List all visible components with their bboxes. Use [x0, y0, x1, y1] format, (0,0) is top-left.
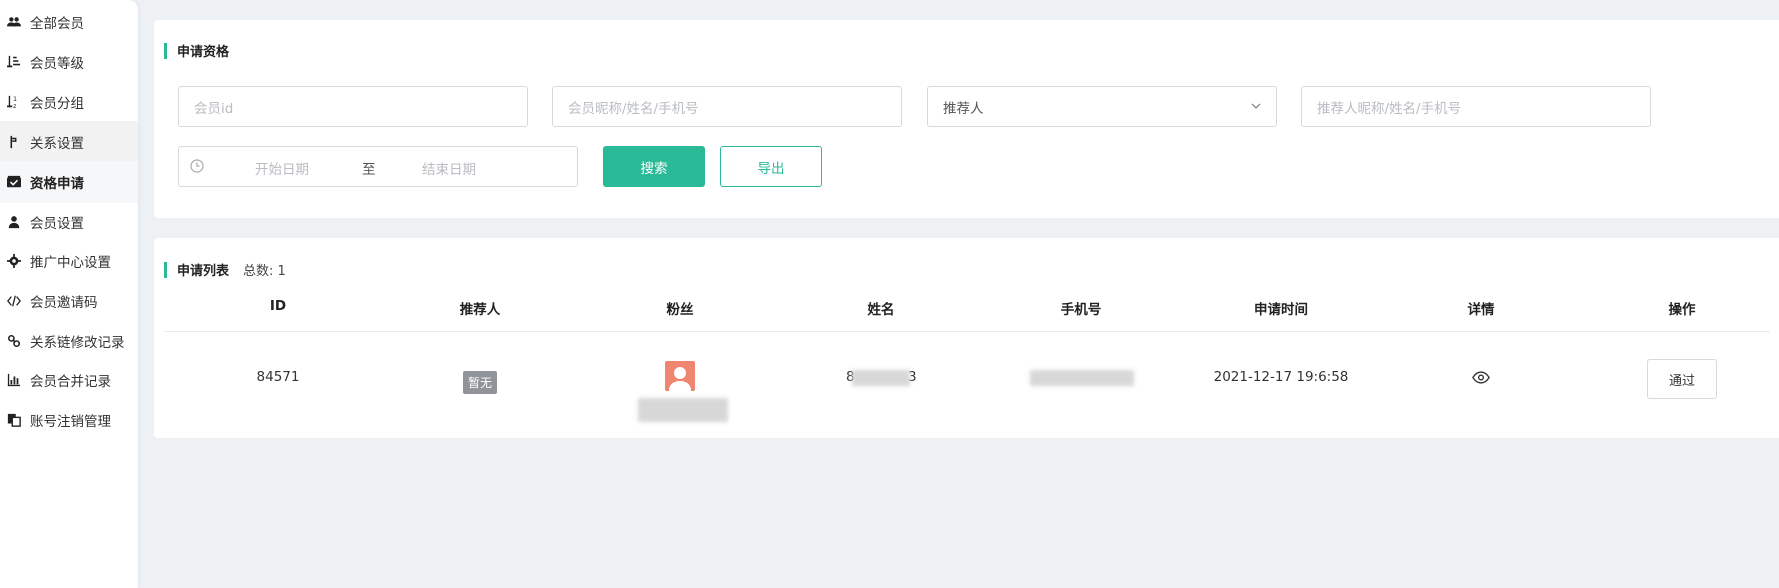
list-section-title: 申请列表 总数: 1 [164, 260, 286, 279]
sidebar-item-label: 会员设置 [30, 216, 84, 232]
users-icon [6, 14, 22, 30]
filter-section-title: 申请资格 [164, 41, 229, 60]
col-header-actions: 操作 [1668, 302, 1696, 318]
inbox-check-icon [6, 174, 22, 190]
phone-redacted [1030, 370, 1134, 386]
col-header-detail: 详情 [1467, 302, 1495, 318]
sidebar-item-qualification-apply[interactable]: 资格申请 [0, 161, 138, 203]
copy-icon [6, 412, 22, 428]
bar-chart-icon [6, 372, 22, 388]
sidebar-item-account-cancel[interactable]: 账号注销管理 [0, 399, 138, 441]
sidebar-item-invite-code[interactable]: 会员邀请码 [0, 280, 138, 322]
sidebar-item-label: 账号注销管理 [30, 414, 111, 430]
sidebar-item-member-groups[interactable]: 1z 会员分组 [0, 81, 138, 123]
sidebar-item-relation-settings[interactable]: 关系设置 [0, 121, 138, 163]
cell-id: 84571 [256, 369, 300, 385]
avatar [665, 361, 695, 391]
col-header-referrer: 推荐人 [459, 302, 501, 318]
member-id-placeholder: 会员id [194, 100, 234, 117]
sidebar-item-label: 资格申请 [30, 176, 84, 192]
start-date-placeholder[interactable]: 开始日期 [255, 158, 309, 178]
referrer-select-value: 推荐人 [943, 100, 984, 117]
sidebar-item-label: 会员合并记录 [30, 374, 111, 390]
referrer-query-input[interactable]: 推荐人昵称/姓名/手机号 [1301, 86, 1651, 127]
table-row: 84571 暂无 8 3 2021-12-17 19:6:58 通过 [164, 333, 1770, 438]
col-header-name: 姓名 [867, 302, 895, 318]
sidebar-item-member-levels[interactable]: 会员等级 [0, 41, 138, 83]
range-separator: 至 [362, 162, 376, 178]
eye-icon [1472, 371, 1490, 384]
col-header-id: ID [269, 298, 287, 314]
chevron-down-icon [1251, 103, 1261, 109]
list-title: 申请列表 [177, 264, 230, 279]
fan-cell [665, 361, 695, 391]
sidebar-item-member-settings[interactable]: 会员设置 [0, 201, 138, 243]
fan-name-redacted [638, 398, 728, 422]
default-avatar-icon [669, 367, 691, 391]
end-date-placeholder[interactable]: 结束日期 [422, 158, 476, 178]
name-cell: 8 3 [846, 369, 917, 386]
link-icon [6, 333, 22, 349]
table-header: ID 推荐人 粉丝 姓名 手机号 申请时间 详情 操作 [164, 298, 1770, 332]
col-header-fans: 粉丝 [666, 302, 694, 318]
approve-button[interactable]: 通过 [1647, 359, 1717, 399]
sidebar: 全部会员 会员等级 1z 会员分组 关系设置 资格申请 会员设置 推广中心设置 [0, 0, 138, 588]
col-header-phone: 手机号 [1060, 302, 1102, 318]
sidebar-item-merge-log[interactable]: 会员合并记录 [0, 359, 138, 401]
sidebar-item-label: 会员分组 [30, 96, 84, 112]
title-accent-bar [164, 42, 167, 59]
svg-text:z: z [13, 103, 16, 109]
referrer-query-placeholder: 推荐人昵称/姓名/手机号 [1317, 100, 1462, 117]
export-button[interactable]: 导出 [720, 146, 822, 187]
referrer-select[interactable]: 推荐人 [927, 86, 1277, 127]
member-id-input[interactable]: 会员id [178, 86, 528, 127]
referrer-badge: 暂无 [462, 371, 498, 394]
user-icon [6, 214, 22, 230]
view-detail-button[interactable] [1472, 371, 1490, 388]
sort-list-icon [6, 54, 22, 70]
name-redacted [852, 370, 910, 386]
list-card: 申请列表 总数: 1 ID 推荐人 粉丝 姓名 手机号 申请时间 详情 操作 8… [154, 238, 1779, 438]
col-header-apply-time: 申请时间 [1254, 302, 1308, 318]
sidebar-item-label: 关系设置 [30, 136, 84, 152]
sidebar-item-label: 会员邀请码 [30, 295, 98, 311]
sidebar-item-label: 会员等级 [30, 56, 84, 72]
total-count: 总数: 1 [243, 264, 286, 279]
cell-apply-time: 2021-12-17 19:6:58 [1213, 369, 1349, 385]
member-query-input[interactable]: 会员昵称/姓名/手机号 [552, 86, 902, 127]
sidebar-item-label: 推广中心设置 [30, 255, 111, 271]
search-button[interactable]: 搜索 [603, 146, 705, 187]
title-accent-bar [164, 261, 167, 278]
sidebar-item-label: 全部会员 [30, 16, 84, 32]
filter-card: 申请资格 会员id 会员昵称/姓名/手机号 推荐人 推荐人昵称/姓名/手机号 开… [154, 20, 1779, 218]
date-range-picker[interactable]: 开始日期 至 结束日期 [178, 146, 578, 187]
sidebar-item-all-members[interactable]: 全部会员 [0, 1, 138, 43]
branch-icon [6, 134, 22, 150]
svg-text:1: 1 [13, 96, 17, 103]
clock-icon [190, 159, 204, 173]
sidebar-item-label: 关系链修改记录 [30, 335, 125, 351]
gear-icon [6, 253, 22, 269]
code-icon [6, 293, 22, 309]
filter-title: 申请资格 [177, 45, 230, 60]
sidebar-item-relation-log[interactable]: 关系链修改记录 [0, 320, 138, 362]
member-query-placeholder: 会员昵称/姓名/手机号 [568, 100, 699, 117]
sort-alpha-icon: 1z [6, 94, 22, 110]
sidebar-item-promo-settings[interactable]: 推广中心设置 [0, 240, 138, 282]
